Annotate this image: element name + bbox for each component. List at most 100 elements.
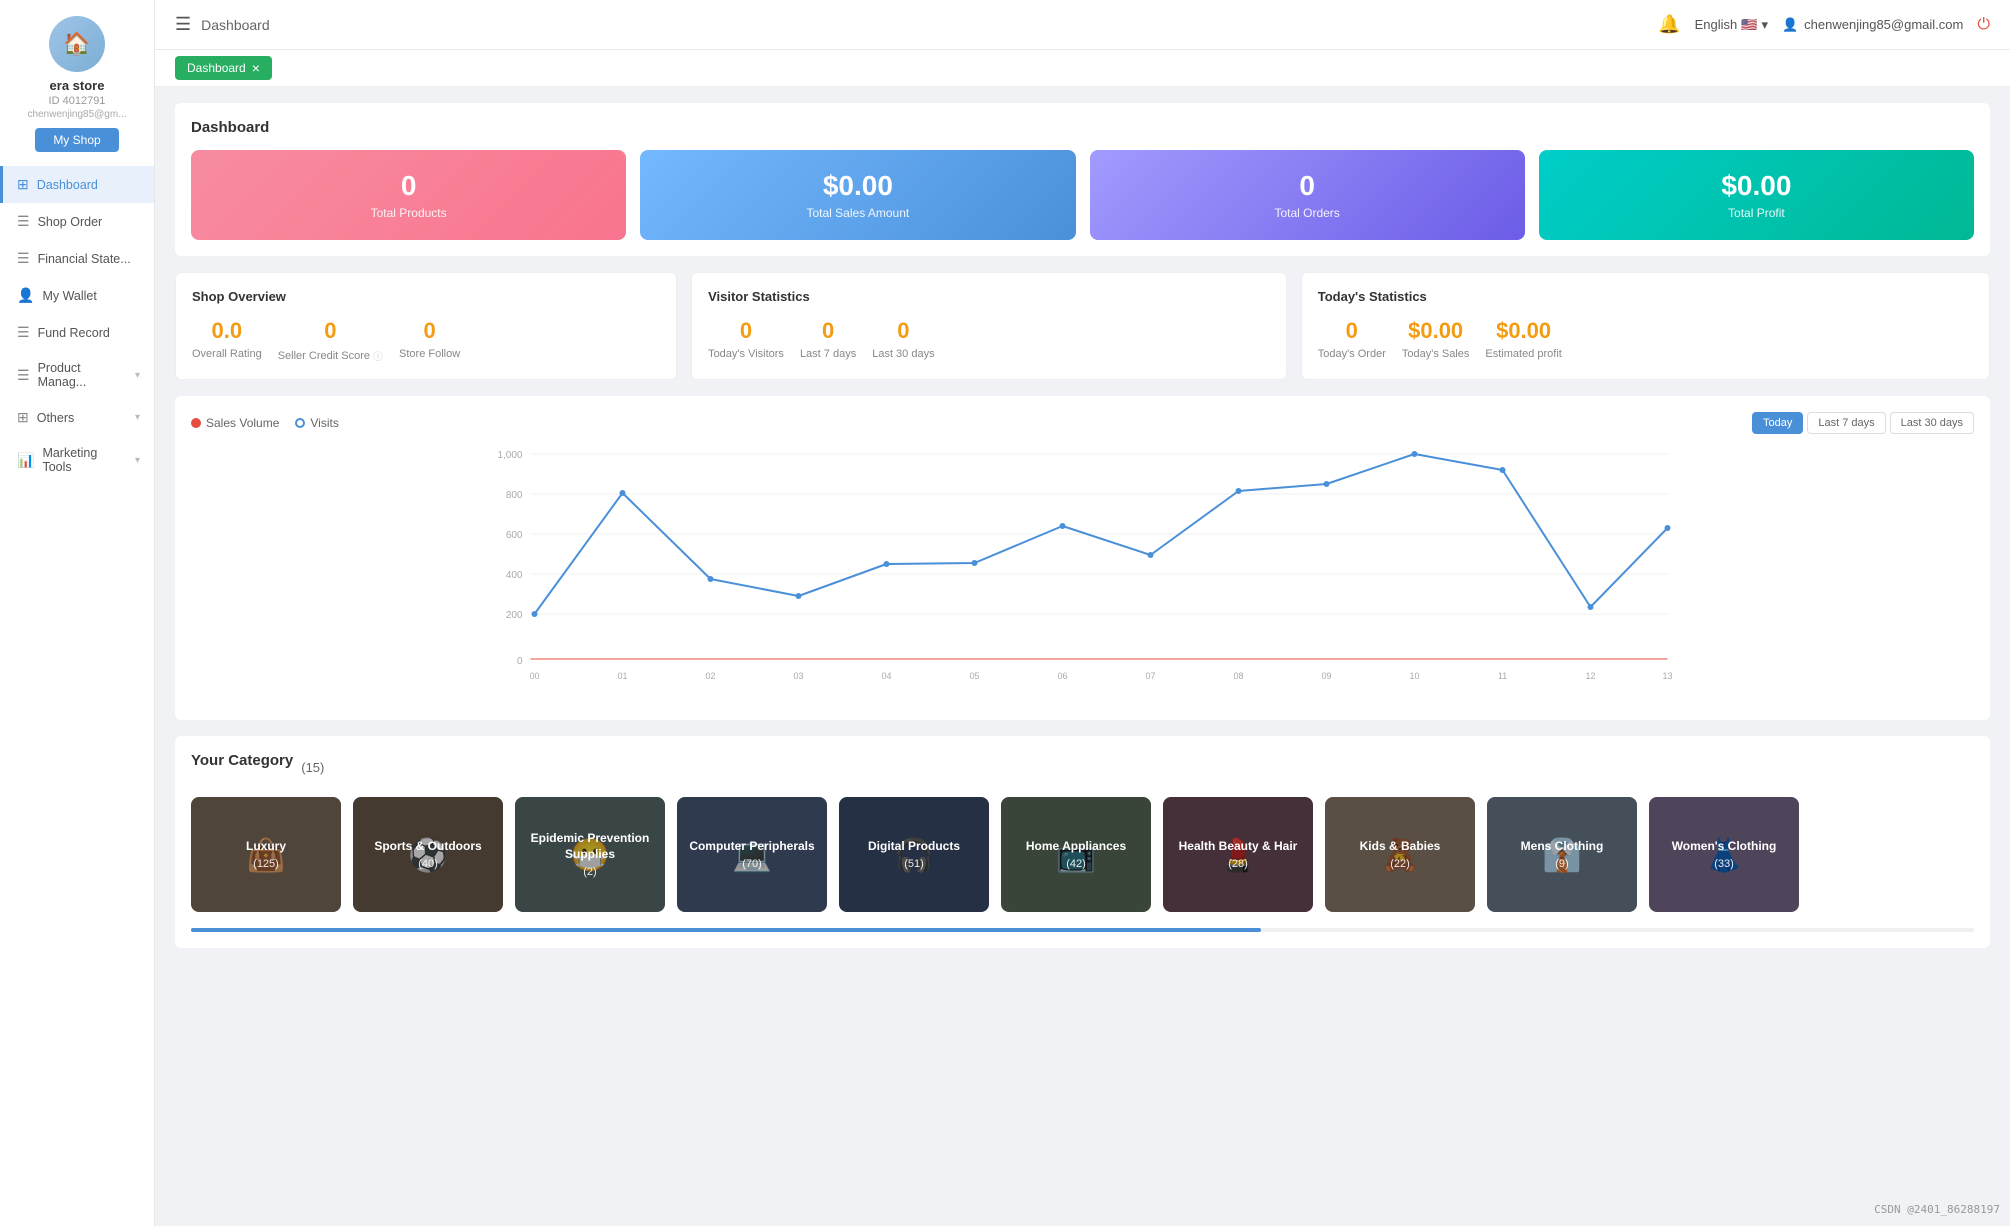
store-name: era store: [50, 78, 105, 93]
nav-icon-dashboard: ⊞: [17, 176, 29, 193]
category-card-luxury[interactable]: 👜 Luxury (125): [191, 797, 341, 912]
last-7-days-metric: 0 Last 7 days: [800, 318, 856, 360]
category-card-kids[interactable]: 🧸 Kids & Babies (22): [1325, 797, 1475, 912]
language-selector[interactable]: English 🇺🇸 ▾: [1695, 17, 1768, 33]
category-card-sports[interactable]: ⚽ Sports & Outdoors (40): [353, 797, 503, 912]
computer-count: (70): [742, 858, 762, 870]
close-tab-button[interactable]: ×: [252, 60, 260, 76]
flag-icon: 🇺🇸: [1741, 17, 1757, 33]
main-area: ☰ Dashboard 🔔 English 🇺🇸 ▾ 👤 chenwenjing…: [155, 0, 2010, 1226]
shop-overview-panel: Shop Overview 0.0 Overall Rating 0 Selle…: [175, 272, 677, 380]
total-sales-label: Total Sales Amount: [807, 206, 910, 220]
overall-rating-metric: 0.0 Overall Rating: [192, 318, 262, 360]
sidebar-item-product-manag[interactable]: ☰ Product Manag... ▾: [0, 351, 154, 399]
todays-stats-title: Today's Statistics: [1318, 289, 1973, 304]
category-card-mens[interactable]: 👔 Mens Clothing (9): [1487, 797, 1637, 912]
svg-text:06: 06: [1057, 671, 1067, 681]
svg-text:07: 07: [1145, 671, 1155, 681]
todays-stats-metrics: 0 Today's Order $0.00 Today's Sales $0.0…: [1318, 318, 1973, 360]
svg-text:400: 400: [506, 570, 523, 581]
last-30-days-value: 0: [897, 318, 909, 344]
luxury-count: (125): [253, 858, 279, 870]
visits-legend-label: Visits: [310, 416, 338, 430]
computer-name: Computer Peripherals: [689, 839, 814, 855]
sidebar-label-marketing-tools: Marketing Tools: [42, 446, 127, 474]
todays-sales-label: Today's Sales: [1402, 348, 1470, 360]
chart-container: 1,000 800 600 400 200 0 00 01: [191, 444, 1974, 704]
category-scroll[interactable]: 👜 Luxury (125) ⚽ Sports & Outdoors (40): [191, 797, 1974, 920]
lang-label: English: [1695, 17, 1738, 32]
chart-header: Sales Volume Visits Today Last 7 days La…: [191, 412, 1974, 434]
last-30-days-button[interactable]: Last 30 days: [1890, 412, 1974, 434]
last-30-days-label: Last 30 days: [872, 348, 934, 360]
bell-icon[interactable]: 🔔: [1658, 14, 1680, 35]
sidebar-label-my-wallet: My Wallet: [42, 289, 96, 303]
last-7-days-button[interactable]: Last 7 days: [1807, 412, 1885, 434]
svg-text:03: 03: [793, 671, 803, 681]
category-card-computer[interactable]: 💻 Computer Peripherals (70): [677, 797, 827, 912]
svg-text:1,000: 1,000: [497, 450, 522, 461]
category-card-womens[interactable]: 👗 Women's Clothing (33): [1649, 797, 1799, 912]
todays-order-metric: 0 Today's Order: [1318, 318, 1386, 360]
visitor-stats-panel: Visitor Statistics 0 Today's Visitors 0 …: [691, 272, 1287, 380]
topbar-title: Dashboard: [201, 17, 270, 33]
total-profit-value: $0.00: [1721, 170, 1791, 202]
visitor-stats-metrics: 0 Today's Visitors 0 Last 7 days 0 Last …: [708, 318, 1270, 360]
category-card-health[interactable]: 💄 Health Beauty & Hair (28): [1163, 797, 1313, 912]
health-name: Health Beauty & Hair: [1179, 839, 1298, 855]
sidebar-item-my-wallet[interactable]: 👤 My Wallet: [0, 277, 154, 314]
visitor-stats-title: Visitor Statistics: [708, 289, 1270, 304]
category-card-epidemic[interactable]: 😷 Epidemic Prevention Supplies (2): [515, 797, 665, 912]
category-title: Your Category: [191, 752, 293, 769]
sports-name: Sports & Outdoors: [374, 839, 481, 855]
todays-sales-value: $0.00: [1408, 318, 1463, 344]
dashboard-title: Dashboard: [191, 119, 1974, 136]
sidebar-item-fund-record[interactable]: ☰ Fund Record: [0, 314, 154, 351]
sidebar-label-product-manag: Product Manag...: [38, 361, 127, 389]
hamburger-icon[interactable]: ☰: [175, 14, 191, 35]
logout-button[interactable]: ⏻: [1977, 16, 1990, 34]
scroll-bar-thumb[interactable]: [191, 928, 1261, 932]
today-button[interactable]: Today: [1752, 412, 1803, 434]
topbar-right: 🔔 English 🇺🇸 ▾ 👤 chenwenjing85@gmail.com…: [1658, 14, 1990, 35]
watermark: CSDN @2401_86288197: [1874, 1203, 2000, 1216]
store-follow-value: 0: [423, 318, 435, 344]
dashboard-section: Dashboard 0 Total Products $0.00 Total S…: [175, 103, 1990, 256]
svg-text:11: 11: [1498, 671, 1507, 681]
digital-name: Digital Products: [868, 839, 960, 855]
last-30-days-metric: 0 Last 30 days: [872, 318, 934, 360]
svg-text:800: 800: [506, 490, 523, 501]
svg-text:00: 00: [529, 671, 539, 681]
sidebar-item-financial[interactable]: ☰ Financial State...: [0, 240, 154, 277]
category-card-home[interactable]: 📺 Home Appliances (42): [1001, 797, 1151, 912]
home-count: (42): [1066, 858, 1086, 870]
total-orders-label: Total Orders: [1274, 206, 1339, 220]
overview-row: Shop Overview 0.0 Overall Rating 0 Selle…: [175, 272, 1990, 380]
stat-card-total-orders: 0 Total Orders: [1090, 150, 1525, 240]
sidebar: 🏠 era store ID 4012791 chenwenjing85@gm.…: [0, 0, 155, 1226]
store-email: chenwenjing85@gm...: [19, 109, 134, 120]
myshop-button[interactable]: My Shop: [35, 128, 118, 152]
topbar-left: ☰ Dashboard: [175, 14, 270, 35]
sidebar-item-dashboard[interactable]: ⊞ Dashboard: [0, 166, 154, 203]
total-products-label: Total Products: [371, 206, 447, 220]
stat-cards: 0 Total Products $0.00 Total Sales Amoun…: [191, 150, 1974, 240]
sidebar-item-shop-order[interactable]: ☰ Shop Order: [0, 203, 154, 240]
chart-legend: Sales Volume Visits: [191, 416, 339, 430]
estimated-profit-value: $0.00: [1496, 318, 1551, 344]
total-products-value: 0: [401, 170, 417, 202]
sidebar-item-marketing-tools[interactable]: 📊 Marketing Tools ▾: [0, 436, 154, 484]
svg-text:04: 04: [881, 671, 891, 681]
breadcrumb-bar: Dashboard ×: [155, 50, 2010, 87]
home-name: Home Appliances: [1026, 839, 1126, 855]
sidebar-item-others[interactable]: ⊞ Others ▾: [0, 399, 154, 436]
dashboard-tab[interactable]: Dashboard ×: [175, 56, 272, 80]
stat-card-total-products: 0 Total Products: [191, 150, 626, 240]
stat-card-total-profit: $0.00 Total Profit: [1539, 150, 1974, 240]
womens-name: Women's Clothing: [1672, 839, 1777, 855]
seller-credit-value: 0: [324, 318, 336, 344]
todays-visitors-value: 0: [740, 318, 752, 344]
chart-section: Sales Volume Visits Today Last 7 days La…: [175, 396, 1990, 720]
category-card-digital[interactable]: 🎧 Digital Products (51): [839, 797, 989, 912]
sidebar-label-dashboard: Dashboard: [37, 178, 98, 192]
